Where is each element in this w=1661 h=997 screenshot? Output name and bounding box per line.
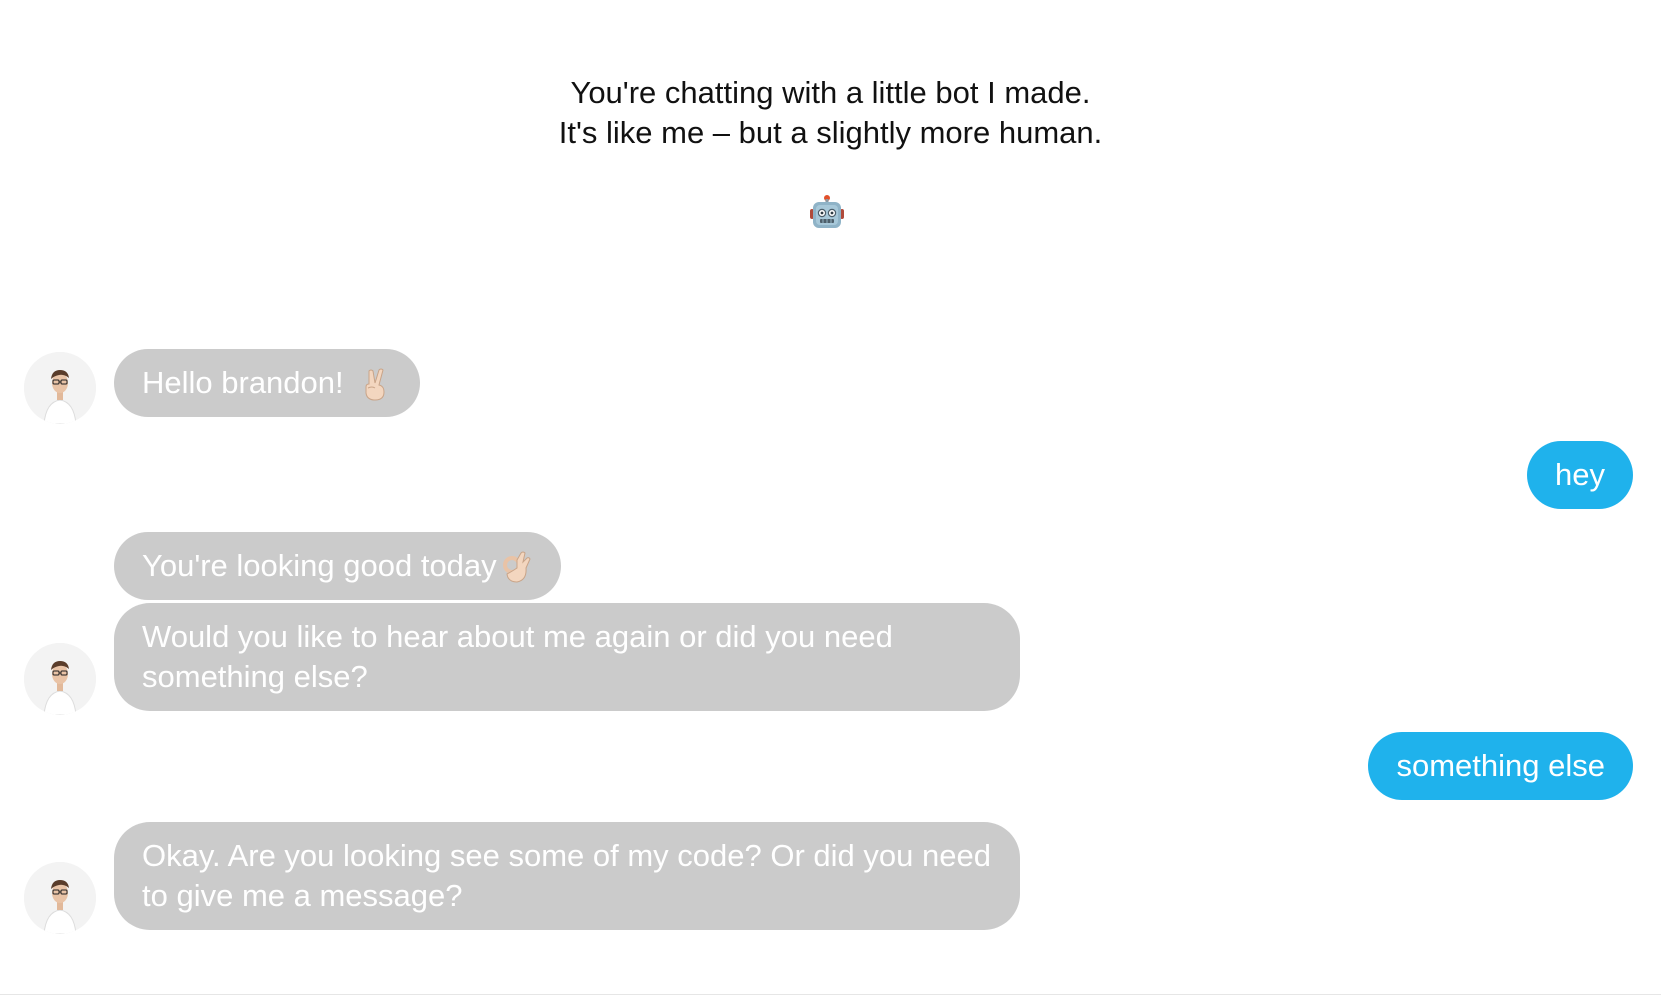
message-text: Would you like to hear about me again or… bbox=[142, 619, 893, 694]
message-text: something else bbox=[1396, 748, 1605, 783]
person-avatar-icon bbox=[24, 643, 96, 715]
user-message-bubble: something else bbox=[1368, 732, 1633, 800]
message-text: Okay. Are you looking see some of my cod… bbox=[142, 838, 991, 913]
bot-message-bubble: Okay. Are you looking see some of my cod… bbox=[114, 822, 1020, 930]
chat-page: You're chatting with a little bot I made… bbox=[0, 0, 1661, 997]
avatar bbox=[24, 862, 96, 934]
person-avatar-icon bbox=[24, 352, 96, 424]
victory-hand-emoji-icon bbox=[365, 368, 385, 401]
robot-icon bbox=[810, 195, 844, 228]
avatar bbox=[24, 352, 96, 424]
intro-line-2: It's like me – but a slightly more human… bbox=[558, 115, 1103, 150]
bot-message-bubble: Hello brandon! bbox=[114, 349, 421, 417]
message-text: You're looking good today bbox=[142, 548, 497, 583]
divider bbox=[0, 994, 1661, 995]
message-text: Hello brandon! bbox=[142, 365, 344, 400]
avatar bbox=[24, 643, 96, 715]
message-text: hey bbox=[1555, 457, 1605, 492]
ok-hand-emoji-icon bbox=[502, 551, 531, 583]
intro-line-1: You're chatting with a little bot I made… bbox=[570, 75, 1091, 110]
bot-message-bubble: Would you like to hear about me again or… bbox=[114, 603, 1020, 711]
bot-message-bubble: You're looking good today bbox=[114, 532, 561, 600]
intro-text: You're chatting with a little bot I made… bbox=[0, 73, 1661, 153]
user-message-bubble: hey bbox=[1527, 441, 1633, 509]
person-avatar-icon bbox=[24, 862, 96, 934]
